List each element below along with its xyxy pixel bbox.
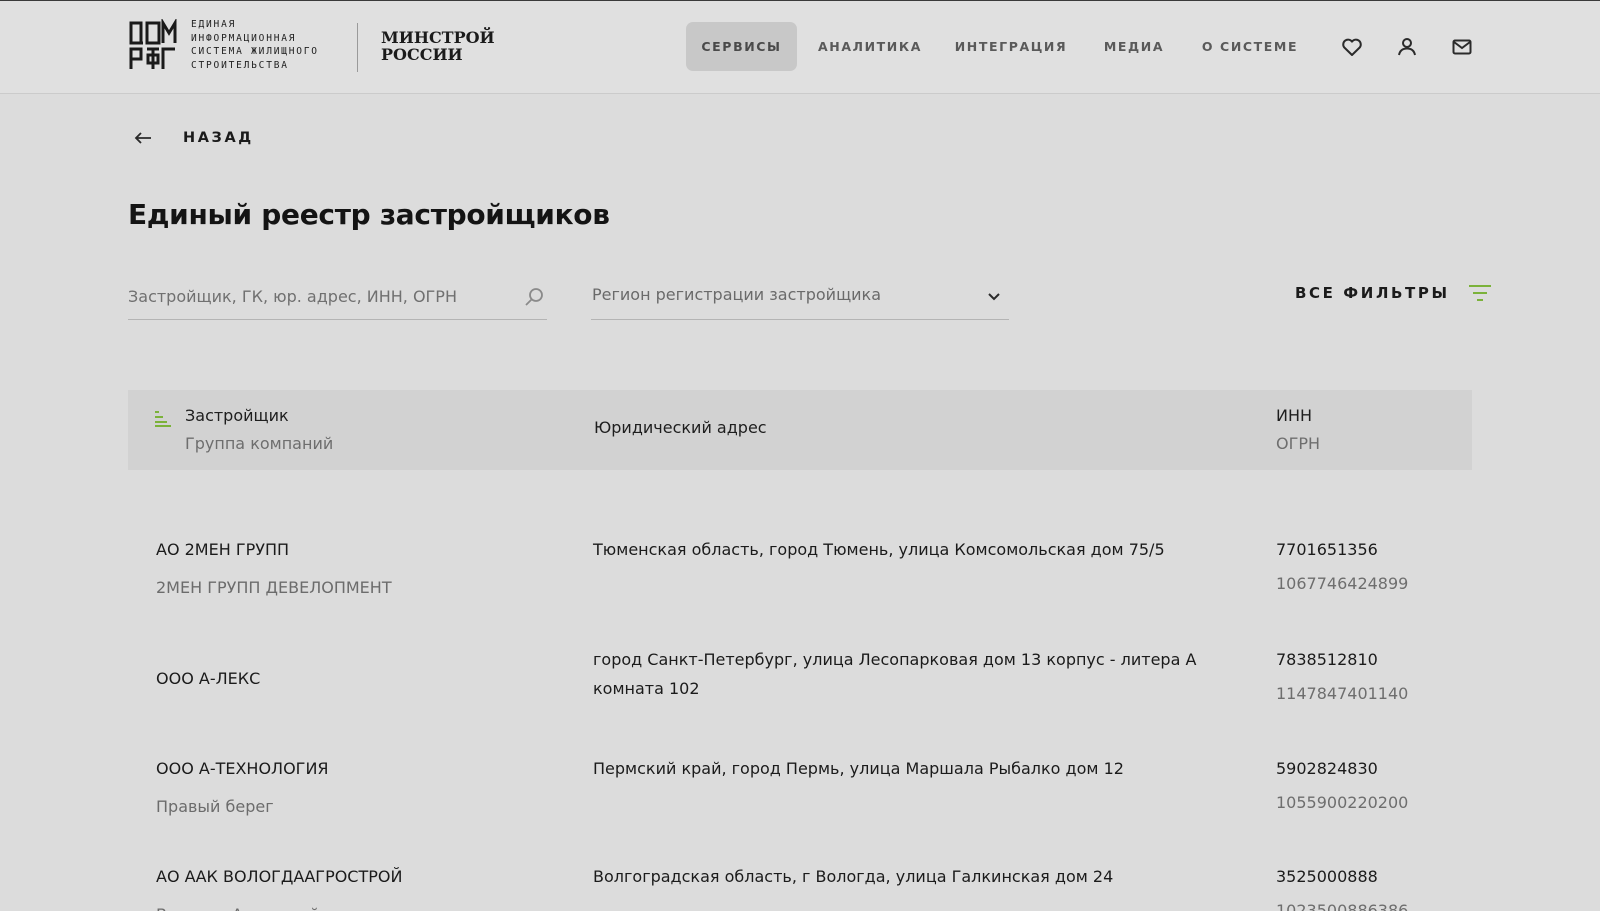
- region-select-label: Регион регистрации застройщика: [592, 285, 881, 304]
- page-title: Единый реестр застройщиков: [128, 198, 610, 231]
- nav-media[interactable]: МЕДИА: [1100, 22, 1168, 71]
- logo-text: ЕДИНАЯ ИНФОРМАЦИОННАЯ СИСТЕМА ЖИЛИЩНОГО …: [191, 18, 319, 72]
- page: ЕДИНАЯ ИНФОРМАЦИОННАЯ СИСТЕМА ЖИЛИЩНОГО …: [0, 0, 1600, 911]
- ogrn-value: 1023500886386: [1276, 901, 1409, 911]
- all-filters-label: ВСЕ ФИЛЬТРЫ: [1295, 284, 1450, 302]
- back-link[interactable]: НАЗАД: [133, 130, 254, 146]
- table-row[interactable]: ООО А-ЛЕКС город Санкт-Петербург, улица …: [128, 642, 1472, 722]
- header-group: Группа компаний: [185, 434, 334, 453]
- back-label: НАЗАД: [183, 130, 254, 146]
- search-input[interactable]: [128, 278, 508, 314]
- search-icon[interactable]: [523, 286, 545, 308]
- table-row[interactable]: АО ААК ВОЛОГДААГРОСТРОЙ Вологда-Агростро…: [128, 862, 1472, 911]
- header-inn: ИНН: [1276, 406, 1313, 425]
- developer-name[interactable]: ООО А-ЛЕКС: [156, 664, 576, 693]
- ministry-line: РОССИИ: [381, 45, 463, 64]
- table-header: Застройщик Группа компаний Юридический а…: [128, 390, 1472, 470]
- filter-icon: [1468, 285, 1491, 301]
- developer-name[interactable]: ООО А-ТЕХНОЛОГИЯ: [156, 754, 576, 783]
- search-field[interactable]: [128, 278, 547, 320]
- ministry-logo[interactable]: МИНСТРОЙ РОССИИ: [381, 29, 495, 63]
- arrow-left-icon: [134, 132, 151, 144]
- group-name: Вологда-Агрострой: [156, 900, 320, 911]
- ministry-line: МИНСТРОЙ: [381, 28, 495, 47]
- header-ogrn: ОГРН: [1276, 434, 1321, 453]
- nav-integration[interactable]: ИНТЕГРАЦИЯ: [950, 22, 1072, 71]
- header-address: Юридический адрес: [594, 418, 767, 437]
- nav-about[interactable]: О СИСТЕМЕ: [1198, 22, 1302, 71]
- legal-address: Пермский край, город Пермь, улица Маршал…: [593, 759, 1124, 778]
- logo-line: СТРОИТЕЛЬСТВА: [191, 59, 289, 71]
- user-icon[interactable]: [1395, 35, 1419, 59]
- logo-line: ЕДИНАЯ: [191, 19, 237, 30]
- table-row[interactable]: АО 2МЕН ГРУПП 2МЕН ГРУПП ДЕВЕЛОПМЕНТ Тюм…: [128, 533, 1472, 613]
- legal-address: город Санкт-Петербург, улица Лесопаркова…: [593, 650, 1197, 698]
- group-name: Правый берег: [156, 797, 274, 816]
- nav-analytics[interactable]: АНАЛИТИКА: [815, 22, 925, 71]
- inn-value: 5902824830: [1276, 759, 1378, 778]
- table-row[interactable]: ООО А-ТЕХНОЛОГИЯ Правый берег Пермский к…: [128, 754, 1472, 834]
- ogrn-value: 1067746424899: [1276, 574, 1409, 593]
- legal-address: Волгоградская область, г Вологда, улица …: [593, 867, 1114, 886]
- logo-line: СИСТЕМА ЖИЛИЩНОГО: [191, 46, 319, 57]
- inn-value: 7838512810: [1276, 650, 1378, 669]
- developer-name[interactable]: АО 2МЕН ГРУПП: [156, 535, 576, 564]
- mail-icon[interactable]: [1450, 35, 1474, 59]
- legal-address: Тюменская область, город Тюмень, улица К…: [593, 540, 1165, 559]
- region-select[interactable]: Регион регистрации застройщика: [591, 278, 1009, 320]
- logo-line: ИНФОРМАЦИОННАЯ: [191, 32, 297, 44]
- ogrn-value: 1147847401140: [1276, 684, 1409, 703]
- chevron-down-icon: [988, 293, 1000, 301]
- inn-value: 7701651356: [1276, 540, 1378, 559]
- all-filters-button[interactable]: ВСЕ ФИЛЬТРЫ: [1295, 283, 1492, 303]
- developer-name[interactable]: АО ААК ВОЛОГДААГРОСТРОЙ: [156, 862, 576, 891]
- logo-divider: [357, 23, 358, 72]
- dom-rf-logo[interactable]: [128, 19, 180, 71]
- group-name: 2МЕН ГРУПП ДЕВЕЛОПМЕНТ: [156, 578, 392, 597]
- ogrn-value: 1055900220200: [1276, 793, 1409, 812]
- nav-services[interactable]: СЕРВИСЫ: [686, 22, 797, 71]
- inn-value: 3525000888: [1276, 867, 1378, 886]
- sort-icon[interactable]: [154, 410, 172, 428]
- site-header: ЕДИНАЯ ИНФОРМАЦИОННАЯ СИСТЕМА ЖИЛИЩНОГО …: [0, 1, 1600, 94]
- heart-icon[interactable]: [1340, 35, 1364, 59]
- header-developer[interactable]: Застройщик: [185, 406, 289, 425]
